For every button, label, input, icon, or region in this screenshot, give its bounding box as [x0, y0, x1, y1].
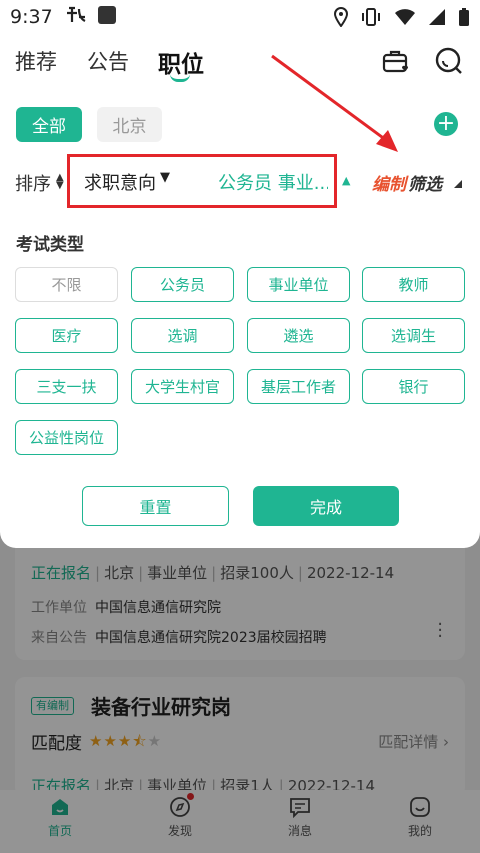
- tab-recommend[interactable]: 推荐: [15, 46, 57, 76]
- exam-type-chip[interactable]: 三支一扶: [15, 369, 118, 404]
- battery-icon: [459, 8, 469, 26]
- wifi-icon: [395, 9, 415, 25]
- app-notification-icon: [65, 5, 87, 30]
- exam-type-chip[interactable]: 大学生村官: [131, 369, 234, 404]
- caret-up-icon: ▲: [342, 174, 351, 187]
- location-icon: [334, 7, 348, 27]
- signal-icon: [429, 9, 445, 25]
- exam-type-chip[interactable]: 遴选: [247, 318, 350, 353]
- city-filter-all[interactable]: 全部: [16, 107, 82, 142]
- status-bar: 9:37: [0, 0, 480, 34]
- vibrate-icon: [362, 8, 380, 26]
- exam-type-chip[interactable]: 事业单位: [247, 267, 350, 302]
- reset-button[interactable]: 重置: [82, 486, 229, 526]
- corner-triangle-icon: [454, 180, 462, 188]
- exam-type-chip[interactable]: 公务员: [131, 267, 234, 302]
- done-button[interactable]: 完成: [253, 486, 399, 526]
- exam-type-chip[interactable]: 医疗: [15, 318, 118, 353]
- app-square-icon: [97, 5, 117, 30]
- tab-announcement[interactable]: 公告: [87, 46, 129, 76]
- sort-arrows-icon: ▲ ▼: [56, 172, 64, 191]
- sort-filter-row: 排序 ▲ ▼ 求职意向 ▼ 公务员 事业... ▲ 编制 筛选: [0, 154, 480, 210]
- status-time: 9:37: [10, 6, 53, 28]
- exam-type-chip[interactable]: 银行: [362, 369, 465, 404]
- job-intent-value[interactable]: 公务员 事业...: [218, 169, 328, 195]
- add-city-icon[interactable]: +: [434, 112, 458, 136]
- exam-type-title: 考试类型: [16, 235, 84, 255]
- exam-type-chip[interactable]: 选调生: [362, 318, 465, 353]
- exam-type-chip[interactable]: 选调: [131, 318, 234, 353]
- sort-button[interactable]: 排序: [15, 170, 51, 196]
- filter-button[interactable]: 筛选: [408, 170, 442, 195]
- briefcase-heart-icon[interactable]: [381, 46, 411, 76]
- city-filter-beijing[interactable]: 北京: [97, 107, 162, 142]
- exam-type-chip[interactable]: 不限: [15, 267, 118, 302]
- caret-down-icon: ▼: [160, 170, 170, 185]
- active-tab-indicator: [170, 74, 190, 82]
- filter-panel: 全部 北京 + 排序 ▲ ▼ 求职意向 ▼ 公务员 事业... ▲ 编制 筛选 考…: [0, 92, 480, 548]
- exam-type-chip[interactable]: 基层工作者: [247, 369, 350, 404]
- exam-type-chip[interactable]: 公益性岗位: [15, 420, 118, 455]
- exam-type-chip[interactable]: 教师: [362, 267, 465, 302]
- bianzhi-label[interactable]: 编制: [372, 170, 406, 195]
- job-intent-dropdown[interactable]: 求职意向: [84, 169, 156, 195]
- search-icon[interactable]: [434, 46, 464, 76]
- top-header: 推荐 公告 职位: [0, 34, 480, 92]
